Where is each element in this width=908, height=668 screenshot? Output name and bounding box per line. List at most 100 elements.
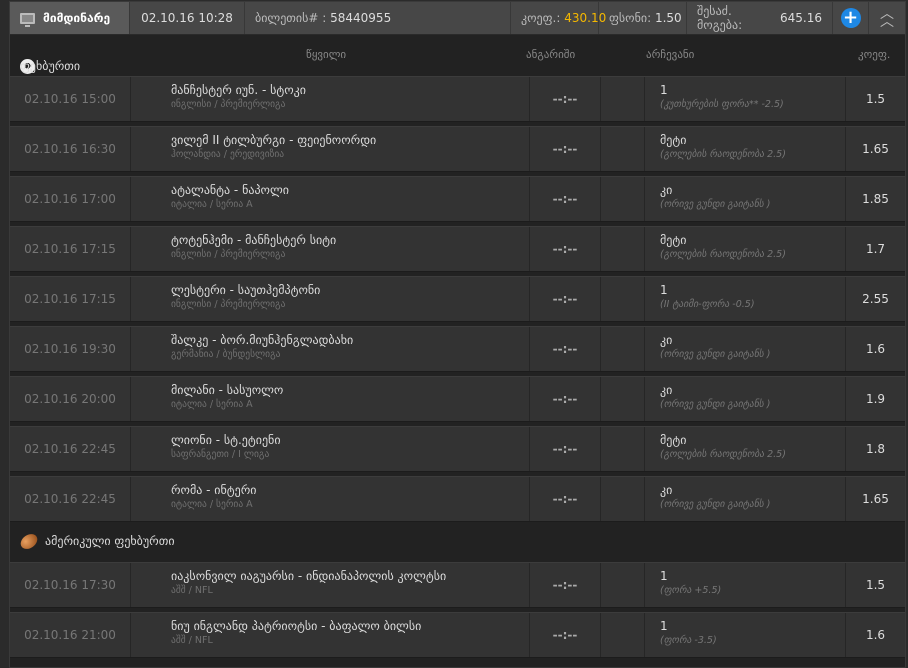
odds-value: 1.9 xyxy=(865,392,886,406)
ticket-number: ბილეთის# : 58440955 xyxy=(245,2,511,34)
match-score: --:-- xyxy=(530,327,601,371)
selection-value: მეტი xyxy=(660,133,687,147)
selection-value: კი xyxy=(660,183,673,197)
stake: ფსონი: 1.50 xyxy=(599,2,687,34)
selection-cell: 1 (ფორა +5.5) xyxy=(645,563,846,607)
selection-cell: კი (ორივე გუნდი გაიტანს ) xyxy=(645,327,846,371)
match-date: 02.10.16 19:30 xyxy=(10,327,131,371)
selection-detail: (ორივე გუნდი გაიტანს ) xyxy=(660,349,771,360)
odds-value: 1.6 xyxy=(865,628,886,642)
match-teams: ვილემ II ტილბურგი - ფეიენოორდი xyxy=(171,133,377,147)
bet-row[interactable]: 02.10.16 17:15 ტოტენჰემი - მანჩესტერ სიტ… xyxy=(10,226,905,272)
collapse-button[interactable]: ︿ ︿ xyxy=(869,2,905,34)
selection-detail: (ორივე გუნდი გაიტანს ) xyxy=(660,399,771,410)
bet-row[interactable]: 02.10.16 22:45 ლიონი - სტ.ეტიენი საფრანგ… xyxy=(10,426,905,472)
ticket-number-value: 58440955 xyxy=(330,11,392,25)
column-score: ანგარიში xyxy=(526,48,576,61)
match-score: --:-- xyxy=(530,377,601,421)
match-teams: ატალანტა - ნაპოლი xyxy=(171,183,289,197)
column-selection: არჩევანი xyxy=(646,48,695,61)
match-score: --:-- xyxy=(530,177,601,221)
empty-cell xyxy=(601,277,645,321)
ticket-datetime: 02.10.16 10:28 xyxy=(130,2,245,34)
total-coef-label: კოეფ.: xyxy=(521,11,561,25)
match-league: გერმანია / ბუნდესლიგა xyxy=(171,349,281,360)
match-date: 02.10.16 22:45 xyxy=(10,477,131,521)
odds-value: 1.85 xyxy=(862,192,889,206)
american-football-icon xyxy=(17,530,41,552)
match-score: --:-- xyxy=(530,427,601,471)
bet-row[interactable]: 02.10.16 19:30 შალკე - ბორ.მიუნჰენგლადბა… xyxy=(10,326,905,372)
odds-value: 1.65 xyxy=(862,492,889,506)
match-league: იტალია / სერია A xyxy=(171,499,253,510)
double-chevron-up-icon: ︿ ︿ xyxy=(880,6,894,30)
column-header-row: ფეხბურთი წყვილი ანგარიში არჩევანი კოეფ. xyxy=(10,36,905,74)
match-cell: ნიუ ინგლანდ პატრიოტსი - ბაფალო ბილსი აშშ… xyxy=(131,613,530,657)
odds-value: 1.8 xyxy=(865,442,886,456)
potential-win-label: შესაძ. მოგება: xyxy=(697,4,743,32)
bet-row[interactable]: 02.10.16 17:30 იაკსონვილ იაგუარსი - ინდი… xyxy=(10,562,905,608)
section-title-label: ფეხბურთი xyxy=(20,59,81,73)
add-button[interactable]: + xyxy=(833,2,869,34)
empty-cell xyxy=(601,77,645,121)
match-teams: რომა - ინტერი xyxy=(171,483,257,497)
match-date: 02.10.16 20:00 xyxy=(10,377,131,421)
empty-cell xyxy=(601,227,645,271)
selection-value: მეტი xyxy=(660,433,687,447)
match-cell: ატალანტა - ნაპოლი იტალია / სერია A xyxy=(131,177,530,221)
plus-icon: + xyxy=(840,8,861,28)
selection-cell: 1 (ფორა -3.5) xyxy=(645,613,846,657)
empty-cell xyxy=(601,377,645,421)
bet-row[interactable]: 02.10.16 21:00 ნიუ ინგლანდ პატრიოტსი - ბ… xyxy=(10,612,905,658)
bet-row[interactable]: 02.10.16 16:30 ვილემ II ტილბურგი - ფეიენ… xyxy=(10,126,905,172)
selection-detail: (გოლების რაოდენობა 2.5) xyxy=(660,249,786,260)
match-date: 02.10.16 21:00 xyxy=(10,613,131,657)
match-score: --:-- xyxy=(530,277,601,321)
match-teams: ლიონი - სტ.ეტიენი xyxy=(171,433,281,447)
bet-row[interactable]: 02.10.16 20:00 მილანი - სასუოლო იტალია /… xyxy=(10,376,905,422)
match-date: 02.10.16 17:00 xyxy=(10,177,131,221)
match-cell: ტოტენჰემი - მანჩესტერ სიტი ინგლისი / პრე… xyxy=(131,227,530,271)
match-date: 02.10.16 16:30 xyxy=(10,127,131,171)
bet-row[interactable]: 02.10.16 22:45 რომა - ინტერი იტალია / სე… xyxy=(10,476,905,522)
selection-detail: (გოლების რაოდენობა 2.5) xyxy=(660,149,786,160)
bet-row[interactable]: 02.10.16 17:15 ლესტერი - საუთჰემპტონი ინ… xyxy=(10,276,905,322)
match-score: --:-- xyxy=(530,127,601,171)
match-cell: მანჩესტერ იუნ. - სტოკი ინგლისი / პრემიერ… xyxy=(131,77,530,121)
selection-cell: 1 (II ტაიმი-ფორა -0.5) xyxy=(645,277,846,321)
selection-detail: (გოლების რაოდენობა 2.5) xyxy=(660,449,786,460)
bet-row[interactable]: 02.10.16 17:00 ატალანტა - ნაპოლი იტალია … xyxy=(10,176,905,222)
match-league: ინგლისი / პრემიერლიგა xyxy=(171,99,286,110)
selection-value: კი xyxy=(660,383,673,397)
match-score: --:-- xyxy=(530,613,601,657)
selection-detail: (II ტაიმი-ფორა -0.5) xyxy=(660,299,755,310)
tab-current-label: მიმდინარე xyxy=(43,11,111,25)
match-teams: მანჩესტერ იუნ. - სტოკი xyxy=(171,83,306,97)
potential-win: შესაძ. მოგება: 645.16 xyxy=(687,2,833,34)
bet-row[interactable]: 02.10.16 15:00 მანჩესტერ იუნ. - სტოკი ინ… xyxy=(10,76,905,122)
selection-cell: კი (ორივე გუნდი გაიტანს ) xyxy=(645,377,846,421)
stake-value: 1.50 xyxy=(654,11,682,25)
section-title-american-football: ამერიკული ფეხბურთი xyxy=(17,530,175,552)
selection-value: კი xyxy=(660,333,673,347)
tab-current[interactable]: მიმდინარე xyxy=(10,2,130,34)
match-teams: შალკე - ბორ.მიუნჰენგლადბახი xyxy=(171,333,354,347)
odds-value: 1.65 xyxy=(862,142,889,156)
match-league: საფრანგეთი / I ლიგა xyxy=(171,449,270,460)
empty-cell xyxy=(601,127,645,171)
match-score: --:-- xyxy=(530,477,601,521)
stake-label: ფსონი: xyxy=(609,11,652,25)
empty-cell xyxy=(601,327,645,371)
selection-detail: (ორივე გუნდი გაიტანს ) xyxy=(660,199,771,210)
selection-cell: კი (ორივე გუნდი გაიტანს ) xyxy=(645,177,846,221)
match-teams: ნიუ ინგლანდ პატრიოტსი - ბაფალო ბილსი xyxy=(171,619,422,633)
bet-ticket-panel: მიმდინარე 02.10.16 10:28 ბილეთის# : 5844… xyxy=(9,1,906,668)
match-cell: ლესტერი - საუთჰემპტონი ინგლისი / პრემიერ… xyxy=(131,277,530,321)
match-date: 02.10.16 17:15 xyxy=(10,277,131,321)
match-teams: ლესტერი - საუთჰემპტონი xyxy=(171,283,321,297)
match-league: ინგლისი / პრემიერლიგა xyxy=(171,249,286,260)
match-league: იტალია / სერია A xyxy=(171,399,253,410)
selection-detail: (ფორა -3.5) xyxy=(660,635,717,646)
selection-cell: მეტი (გოლების რაოდენობა 2.5) xyxy=(645,127,846,171)
empty-cell xyxy=(601,427,645,471)
